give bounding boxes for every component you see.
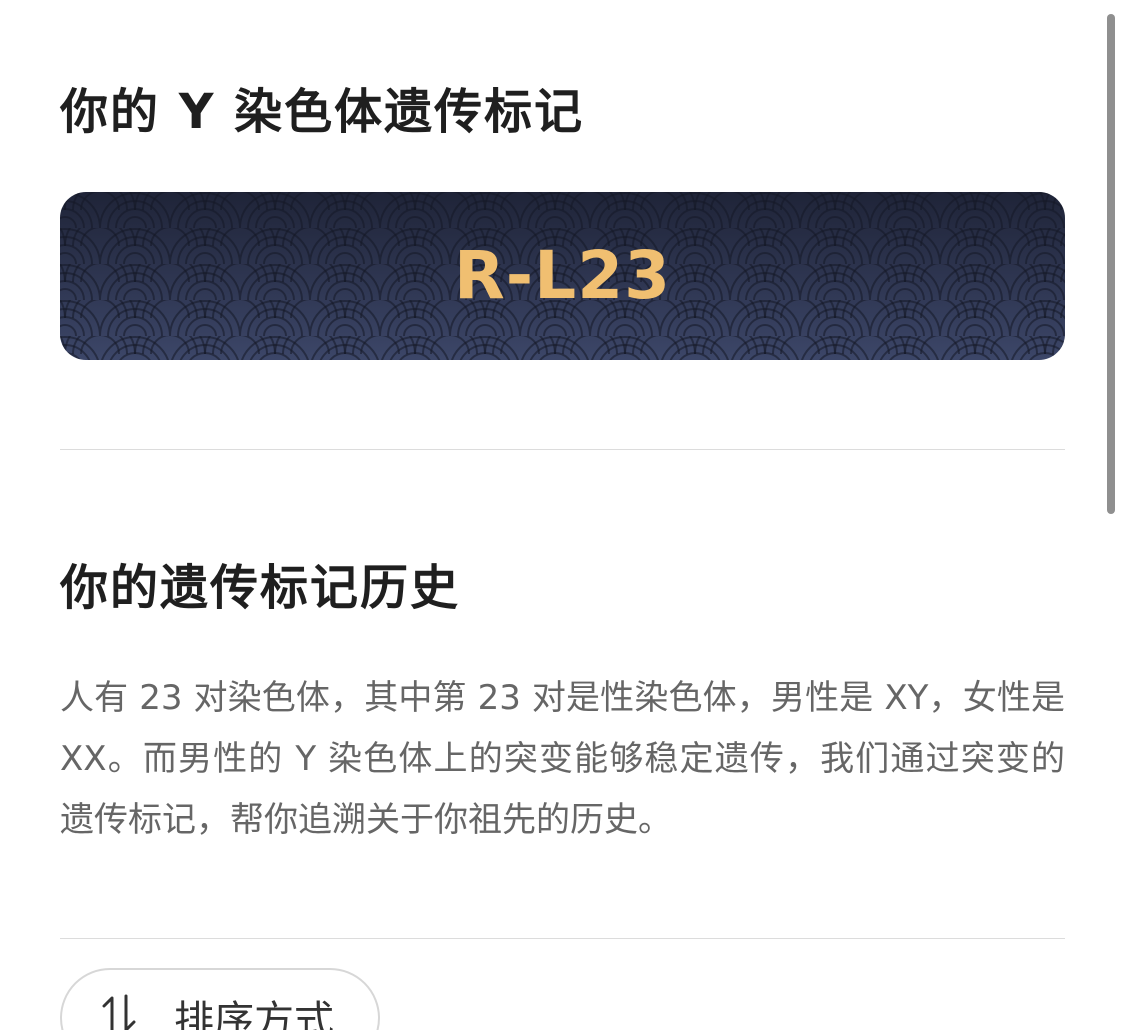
history-description: 人有 23 对染色体，其中第 23 对是性染色体，男性是 XY，女性是 XX。而… (60, 678, 1065, 840)
divider (60, 938, 1065, 939)
sort-label: 排序方式 (174, 998, 334, 1030)
haplogroup-code: R-L23 (453, 237, 672, 314)
sort-icon (102, 994, 136, 1030)
scrollbar[interactable] (1107, 14, 1115, 514)
marker-card: R-L23 (60, 192, 1065, 360)
sort-button[interactable]: 排序方式 (60, 968, 380, 1030)
ychromosome-marker-title: 你的 Y 染色体遗传标记 (60, 84, 585, 140)
divider (60, 449, 1065, 450)
marker-history-title: 你的遗传标记历史 (60, 560, 461, 616)
page: 你的 Y 染色体遗传标记 R-L23 你的遗传标记历史 人有 23 对染色体，其… (0, 0, 1125, 1030)
